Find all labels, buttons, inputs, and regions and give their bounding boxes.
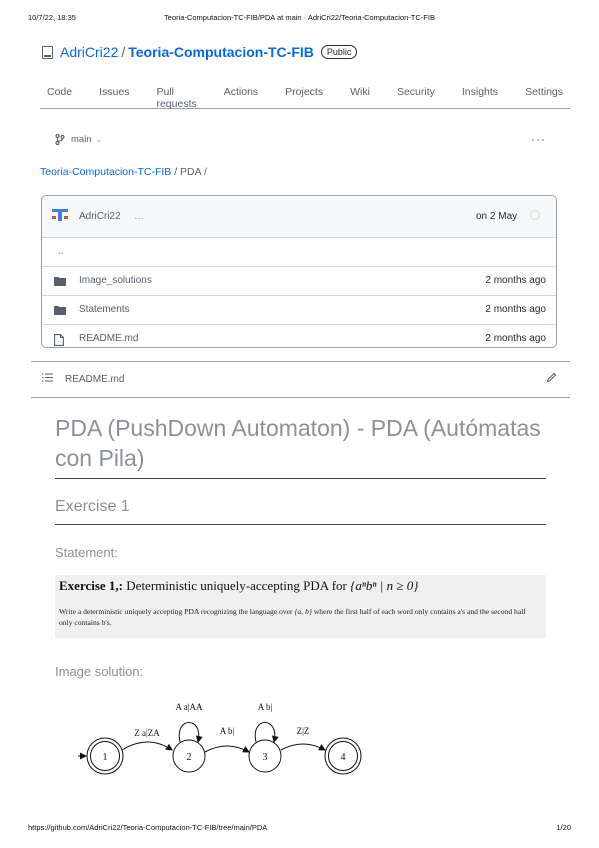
readme-label: README.md	[65, 374, 125, 385]
branch-selector[interactable]: main ⌄	[55, 134, 102, 145]
exercise-body-math: {a, b}	[294, 607, 312, 616]
latest-commit-row: AdriCri22 … on 2 May	[42, 196, 556, 238]
commit-status-icon	[530, 210, 540, 220]
image-solution-heading: Image solution:	[55, 664, 144, 679]
file-date: 2 months ago	[485, 275, 546, 286]
breadcrumb-repo-link[interactable]: Teoria-Computacion-TC-FIB	[40, 166, 171, 178]
exercise-title: Exercise 1,: Deterministic uniquely-acce…	[59, 578, 418, 594]
state-3: 3	[248, 739, 282, 773]
exercise-body: Write a deterministic uniquely accepting…	[59, 606, 541, 628]
tab-security[interactable]: Security	[390, 76, 435, 108]
repo-owner-link[interactable]: AdriCri22	[60, 44, 118, 60]
list-item[interactable]: Image_solutions 2 months ago	[42, 267, 556, 296]
breadcrumb: Teoria-Computacion-TC-FIB / PDA /	[40, 166, 207, 178]
list-item-updir[interactable]: ..	[42, 238, 556, 267]
parent-directory-link[interactable]: ..	[58, 246, 64, 257]
transition-label: A b|	[258, 702, 273, 712]
exercise-statement-image: Exercise 1,: Deterministic uniquely-acce…	[55, 575, 546, 638]
transition-2-3	[204, 745, 250, 753]
commit-date[interactable]: on 2 May	[476, 211, 517, 222]
transition-label: Z a|ZA	[134, 728, 160, 738]
repo-separator: /	[121, 44, 126, 60]
file-icon	[54, 334, 64, 346]
state-label: 1	[103, 752, 108, 763]
commit-message-expand[interactable]: …	[134, 211, 144, 222]
state-label: 3	[263, 752, 268, 763]
tab-pull-requests[interactable]: Pull requests	[149, 76, 196, 110]
pda-diagram: 1 2 3 4 Z a|ZA A a|AA A b| A b| Z|Z	[78, 702, 362, 775]
state-label: 4	[341, 752, 346, 763]
state-4: 4	[324, 737, 362, 775]
git-branch-icon	[55, 134, 65, 145]
transition-label: A b|	[220, 726, 235, 736]
tab-wiki[interactable]: Wiki	[343, 76, 370, 108]
tab-issues[interactable]: Issues	[92, 76, 129, 108]
transition-3-3	[254, 722, 279, 743]
list-item[interactable]: Statements 2 months ago	[42, 296, 556, 325]
transition-2-2	[178, 722, 203, 743]
print-url: https://github.com/AdriCri22/Teoria-Comp…	[28, 823, 268, 832]
kebab-icon[interactable]: ···	[531, 132, 546, 146]
repo-icon	[42, 45, 53, 59]
print-page-number: 1/20	[556, 823, 571, 832]
repo-header: AdriCri22 / Teoria-Computacion-TC-FIB Pu…	[42, 44, 358, 60]
tab-code[interactable]: Code	[40, 76, 72, 108]
pencil-icon[interactable]	[546, 372, 557, 383]
state-1: 1	[86, 737, 124, 775]
commit-author[interactable]: AdriCri22	[79, 211, 121, 222]
tab-settings[interactable]: Settings	[518, 76, 563, 108]
avatar[interactable]	[52, 209, 68, 221]
file-list: AdriCri22 … on 2 May .. Image_solutions …	[41, 195, 557, 348]
file-name[interactable]: Statements	[79, 304, 130, 315]
exercise-title-text: Deterministic uniquely-accepting PDA for	[123, 578, 351, 593]
exercise-title-bold: Exercise 1,:	[59, 578, 124, 593]
list-item[interactable]: README.md 2 months ago	[42, 325, 556, 347]
state-2: 2	[172, 739, 206, 773]
tab-actions[interactable]: Actions	[217, 76, 258, 108]
state-label: 2	[187, 752, 192, 763]
file-name[interactable]: README.md	[79, 333, 138, 344]
file-date: 2 months ago	[485, 333, 546, 344]
print-title: Teoria-Computacion-TC-FIB/PDA at main · …	[164, 13, 435, 22]
file-name[interactable]: Image_solutions	[79, 275, 152, 286]
file-date: 2 months ago	[485, 304, 546, 315]
breadcrumb-path: / PDA /	[171, 166, 207, 178]
transition-label: A a|AA	[175, 702, 203, 712]
exercise-title-math: {aⁿbⁿ | n ≥ 0}	[350, 578, 419, 593]
readme-title: PDA (PushDown Automaton) - PDA (Autómata…	[55, 413, 546, 479]
folder-icon	[54, 306, 66, 315]
statement-heading: Statement:	[55, 545, 118, 560]
repo-name-link[interactable]: Teoria-Computacion-TC-FIB	[128, 44, 314, 60]
tab-insights[interactable]: Insights	[455, 76, 498, 108]
folder-icon	[54, 277, 66, 286]
visibility-badge: Public	[320, 45, 358, 59]
chevron-down-icon: ⌄	[95, 135, 103, 144]
tab-projects[interactable]: Projects	[278, 76, 323, 108]
exercise-body-1: Write a deterministic uniquely accepting…	[59, 607, 295, 616]
list-icon[interactable]	[42, 373, 53, 382]
readme-header: README.md	[31, 361, 570, 398]
section-heading: Exercise 1	[55, 498, 546, 525]
repo-tabs: Code Issues Pull requests Actions Projec…	[40, 76, 570, 110]
transition-3-4	[280, 743, 326, 751]
branch-name: main	[71, 134, 92, 145]
transition-label: Z|Z	[297, 726, 310, 736]
transition-1-2	[121, 741, 173, 751]
